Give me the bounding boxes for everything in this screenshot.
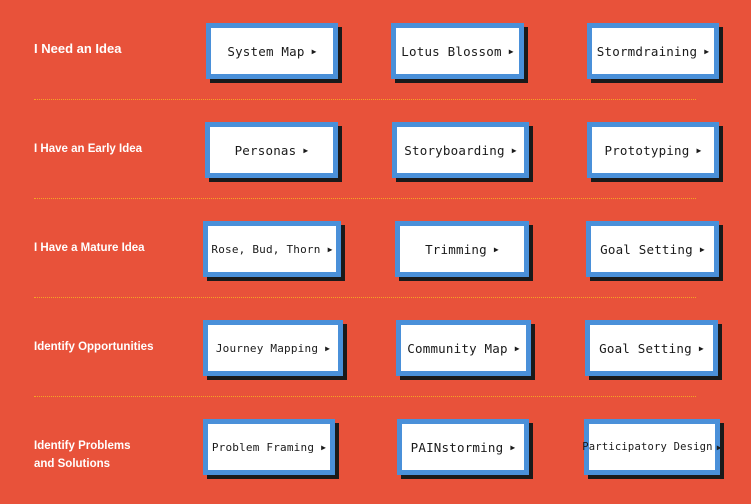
arrow-right-icon: ▶ (510, 442, 516, 452)
storyboarding-button[interactable]: Storyboarding ▶ (392, 122, 529, 178)
arrow-right-icon: ▶ (327, 244, 333, 254)
row-separator (34, 396, 696, 397)
arrow-right-icon: ▶ (514, 343, 520, 353)
arrow-right-icon: ▶ (696, 145, 702, 155)
arrow-right-icon: ▶ (508, 46, 514, 56)
system-map-button[interactable]: System Map ▶ (206, 23, 338, 79)
trimming-button[interactable]: Trimming ▶ (395, 221, 529, 277)
lotus-blossom-button[interactable]: Lotus Blossom ▶ (391, 23, 524, 79)
row-separator (34, 297, 696, 298)
goal-setting-button-2[interactable]: Goal Setting ▶ (585, 320, 718, 376)
arrow-right-icon: ▶ (325, 343, 331, 353)
arrow-right-icon: ▶ (698, 343, 704, 353)
arrow-right-icon: ▶ (704, 46, 710, 56)
row-label-identify-problems: Identify Problems and Solutions (34, 440, 131, 470)
arrow-right-icon: ▶ (321, 442, 327, 452)
painstorming-button[interactable]: PAINstorming ▶ (397, 419, 529, 475)
journey-mapping-button[interactable]: Journey Mapping ▶ (203, 320, 343, 376)
arrow-right-icon: ▶ (311, 46, 317, 56)
community-map-button[interactable]: Community Map ▶ (396, 320, 531, 376)
row-label-need-idea: I Need an Idea (34, 41, 122, 56)
arrow-right-icon: ▶ (303, 145, 309, 155)
participatory-design-button[interactable]: Participatory Design ▶ (582, 419, 722, 475)
rose-bud-thorn-button[interactable]: Rose, Bud, Thorn ▶ (203, 221, 341, 277)
row-label-mature-idea: I Have a Mature Idea (34, 242, 145, 254)
arrow-right-icon: ▶ (699, 244, 705, 254)
personas-button[interactable]: Personas ▶ (205, 122, 338, 178)
row-separator (34, 198, 696, 199)
arrow-right-icon: ▶ (511, 145, 517, 155)
goal-setting-button[interactable]: Goal Setting ▶ (586, 221, 719, 277)
stormdraining-button[interactable]: Stormdraining ▶ (587, 23, 719, 79)
row-label-early-idea: I Have an Early Idea (34, 143, 143, 155)
row-separator (34, 99, 696, 100)
arrow-right-icon: ▶ (716, 442, 722, 452)
arrow-right-icon: ▶ (493, 244, 499, 254)
problem-framing-button[interactable]: Problem Framing ▶ (203, 419, 335, 475)
prototyping-button[interactable]: Prototyping ▶ (587, 122, 719, 178)
row-label-identify-opportunities: Identify Opportunities (34, 341, 154, 353)
